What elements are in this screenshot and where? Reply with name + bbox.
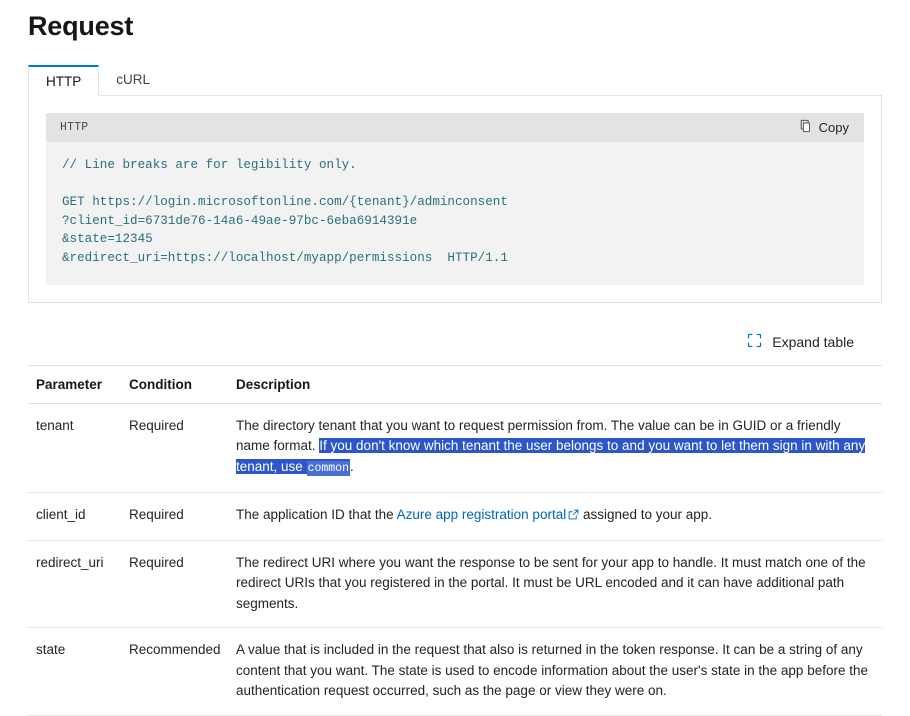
cell-description: A value that is included in the request … — [228, 627, 882, 716]
table-row: redirect_uri Required The redirect URI w… — [28, 540, 882, 629]
expand-table-label: Expand table — [772, 333, 854, 350]
cell-description: The directory tenant that you want to re… — [228, 403, 882, 494]
expand-icon — [747, 333, 762, 351]
parameter-table-container: Parameter Condition Description tenant R… — [28, 364, 882, 716]
tabpanel-http: HTTP Copy // Line breaks are for legibil… — [28, 95, 882, 303]
tablist: HTTP cURL — [28, 65, 882, 96]
cell-parameter: redirect_uri — [28, 540, 121, 629]
expand-table-button[interactable]: Expand table — [745, 331, 856, 353]
description-text-pre: The application ID that the — [236, 507, 397, 523]
code-tabs-section: HTTP cURL HTTP Copy // Line breaks are f… — [28, 65, 882, 303]
selected-text-highlight: If you don't know which tenant the user … — [236, 438, 866, 476]
page-title: Request — [28, 11, 134, 41]
table-header-row: Parameter Condition Description — [28, 365, 882, 404]
cell-parameter: tenant — [28, 403, 121, 494]
cell-description: The redirect URI where you want the resp… — [228, 540, 882, 629]
link-label: Azure app registration portal — [396, 507, 567, 523]
cell-description: The application ID that the Azure app re… — [228, 492, 882, 541]
table-header: Parameter Condition Description — [28, 365, 882, 404]
page-root: Request HTTP cURL HTTP Copy // Line brea… — [0, 0, 910, 716]
tab-http[interactable]: HTTP — [28, 65, 100, 96]
copy-button-label: Copy — [818, 120, 849, 135]
table-row: state Recommended A value that is includ… — [28, 627, 882, 716]
column-header-condition: Condition — [121, 365, 228, 404]
table-row: client_id Required The application ID th… — [28, 492, 882, 541]
external-link-icon — [568, 506, 579, 527]
copy-button[interactable]: Copy — [796, 117, 852, 138]
code-request-lines: GET https://login.microsoftonline.com/{t… — [62, 195, 508, 265]
cell-condition: Required — [121, 540, 228, 629]
cell-condition: Required — [121, 403, 228, 494]
column-header-description: Description — [228, 365, 882, 404]
code-language-label: HTTP — [60, 121, 89, 134]
column-header-parameter: Parameter — [28, 365, 121, 404]
parameter-table: Parameter Condition Description tenant R… — [28, 365, 882, 716]
azure-app-registration-portal-link[interactable]: Azure app registration portal — [397, 507, 567, 522]
copy-icon — [799, 119, 813, 136]
cell-condition: Required — [121, 492, 228, 541]
cell-condition: Recommended — [121, 627, 228, 716]
code-block-header: HTTP Copy — [46, 113, 864, 142]
tab-curl[interactable]: cURL — [99, 65, 167, 95]
code-block: HTTP Copy // Line breaks are for legibil… — [46, 113, 864, 285]
code-content[interactable]: // Line breaks are for legibility only. … — [46, 142, 864, 285]
table-body: tenant Required The directory tenant tha… — [28, 403, 882, 716]
cell-parameter: client_id — [28, 492, 121, 541]
cell-parameter: state — [28, 627, 121, 716]
description-text-post: assigned to your app. — [579, 507, 713, 523]
code-comment-line: // Line breaks are for legibility only. — [62, 158, 357, 172]
expand-table-row: Expand table — [28, 331, 882, 353]
table-row: tenant Required The directory tenant tha… — [28, 403, 882, 494]
description-text-post: . — [349, 458, 354, 474]
inline-code-common: common — [306, 460, 350, 476]
